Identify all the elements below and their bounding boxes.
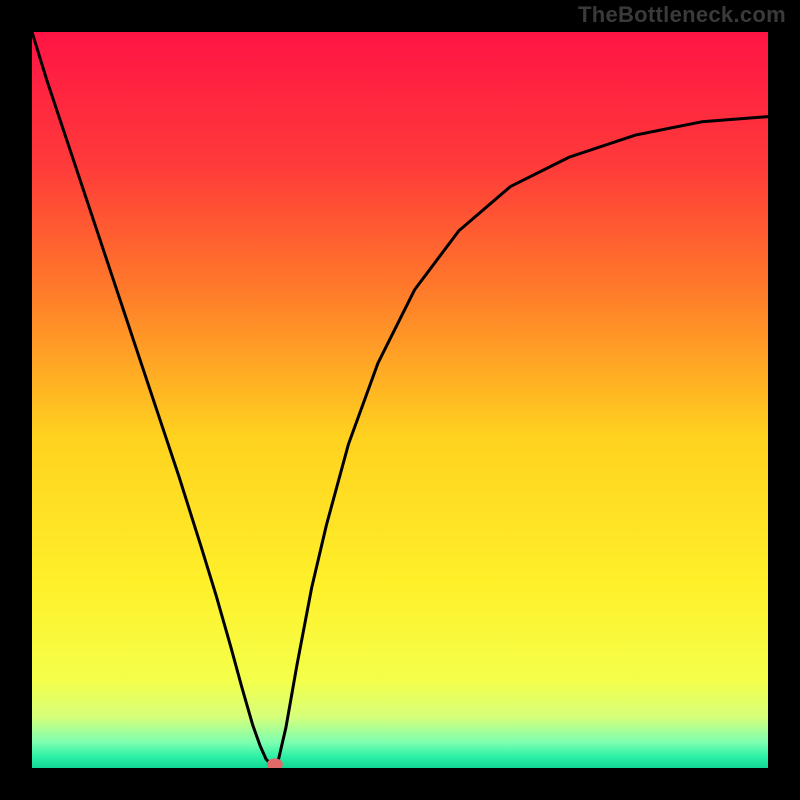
- watermark-text: TheBottleneck.com: [578, 2, 786, 28]
- chart-svg: [32, 32, 768, 768]
- chart-container: TheBottleneck.com: [0, 0, 800, 800]
- plot-area: [32, 32, 768, 768]
- gradient-background: [32, 32, 768, 768]
